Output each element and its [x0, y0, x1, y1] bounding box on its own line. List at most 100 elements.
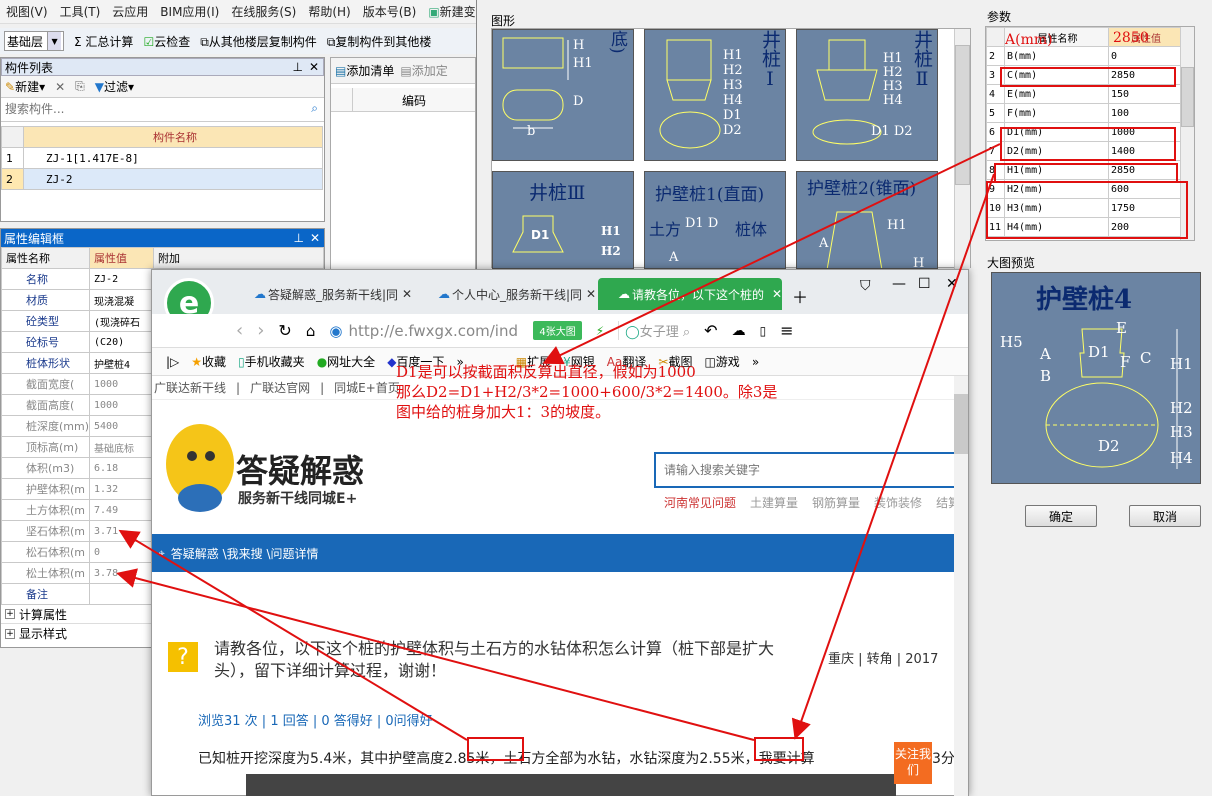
component-search-input[interactable] — [1, 98, 291, 120]
thumb-long-pile[interactable]: 长圆柱桩(球冠底) H H1 D b — [492, 29, 634, 161]
preview-dim-label: H3 — [1170, 423, 1193, 441]
thumb-well-pile-2[interactable]: 井桩Ⅱ H1 H2 H3 H4 D1 D2 — [796, 29, 938, 161]
scroll-thumb[interactable] — [955, 45, 970, 185]
copy-from-floor-button[interactable]: ⧉从其他楼层复制构件 — [200, 33, 317, 50]
maximize-icon[interactable]: ☐ — [918, 276, 931, 292]
topnav-link[interactable]: 同城E+首页 — [334, 379, 400, 396]
menu-cloud[interactable]: 云应用 — [112, 3, 148, 20]
gallery-scrollbar[interactable] — [954, 29, 970, 269]
url-field[interactable]: ◉ http://e.fwxgx.com/ind — [329, 319, 519, 343]
back-icon[interactable]: ‹ — [236, 320, 243, 341]
minimize-icon[interactable]: — — [892, 276, 906, 292]
table-row[interactable]: 2 ZJ-2 — [1, 168, 323, 190]
search-engine-icon: ◯ — [625, 325, 640, 340]
new-tab-icon[interactable]: ＋ — [792, 284, 808, 308]
hot-link[interactable]: 河南常见问题 — [664, 494, 736, 511]
highlight-box — [994, 163, 1178, 183]
new-button[interactable]: ✎新建▾ — [5, 78, 45, 95]
tab-answers[interactable]: ☁ 答疑解惑_服务新干线|同 ✕ — [234, 278, 412, 310]
param-row[interactable]: 5 F(mm) 100 — [986, 103, 1182, 123]
close-icon[interactable]: ✕ — [586, 287, 596, 301]
menu-version[interactable]: 版本号(B) — [363, 3, 417, 20]
param-row[interactable]: 4 E(mm) 150 — [986, 84, 1182, 104]
expand-icon[interactable]: + — [5, 628, 15, 639]
add-list-button[interactable]: ▤添加清单 — [335, 62, 394, 79]
table-row[interactable]: 1 ZJ-1[1.417E-8] — [1, 147, 323, 169]
bookmark-sites[interactable]: ●网址大全 — [317, 353, 376, 370]
delete-icon[interactable]: ✕ — [55, 80, 65, 94]
close-icon[interactable]: ✕ — [309, 60, 319, 74]
pin-icon[interactable]: ⊥ — [293, 231, 303, 245]
home-icon[interactable]: ⌂ — [306, 322, 316, 340]
thumb-retaining-pile-2[interactable]: 护壁桩2(锥面) H1 A H — [796, 171, 938, 269]
page-scrollbar[interactable] — [954, 376, 968, 796]
location-icon: ⌖ — [158, 545, 165, 560]
sum-calc-button[interactable]: Σ 汇总计算 — [74, 33, 133, 50]
thumb-well-pile-3[interactable]: 井桩Ⅲ D1 H1 H2 — [492, 171, 634, 269]
question-title: 请教各位，以下这个桩的护壁体积与土石方的水钻体积怎么计算（桩下部是扩大头），留下… — [214, 639, 775, 680]
follow-us-button[interactable]: 关注我们 — [894, 742, 932, 784]
site-search-input[interactable] — [664, 463, 944, 477]
topnav-link[interactable]: 广联达新干线 — [154, 379, 226, 396]
question-mark-icon: ? — [168, 642, 198, 672]
copy-icon[interactable]: ⎘ — [75, 79, 85, 94]
highlight-box — [1000, 127, 1176, 161]
filter-button[interactable]: ▼过滤▾ — [95, 78, 134, 95]
filter-icon: ▼ — [94, 80, 105, 94]
param-row[interactable]: 2 B(mm) 0 — [986, 46, 1182, 66]
add-icon: ▤ — [400, 64, 412, 78]
ok-button[interactable]: 确定 — [1025, 505, 1097, 527]
hot-link[interactable]: 钢筋算量 — [812, 494, 860, 511]
menu-bim[interactable]: BIM应用(I) — [160, 3, 219, 20]
new-icon: ✎ — [5, 80, 16, 94]
menu-help[interactable]: 帮助(H) — [308, 3, 350, 20]
bookmark-favorites[interactable]: ★收藏 — [191, 353, 226, 370]
preview-dim-label: H5 — [1000, 333, 1023, 351]
preview-dim-label: A — [1040, 345, 1051, 363]
web-content: 广联达新干线| 广联达官网| 同城E+首页 答疑解惑 服务新干线同城E+ 河南常… — [152, 376, 968, 796]
document-icon: ▣ — [428, 5, 440, 19]
topnav-link[interactable]: 广联达官网 — [250, 379, 310, 396]
forward-icon[interactable]: › — [257, 320, 264, 341]
search-box[interactable]: ◯女子理 ⌕ — [618, 321, 690, 340]
hot-link[interactable]: 装饰装修 — [874, 494, 922, 511]
highlight-box — [754, 737, 804, 761]
menu-new-change[interactable]: ▣新建变 — [428, 3, 475, 20]
tab-question-active[interactable]: ☁ 请教各位，以下这个桩的 ✕ — [598, 278, 782, 310]
hot-link[interactable]: 土建算量 — [750, 494, 798, 511]
pin-icon[interactable]: ⊥ — [292, 60, 302, 74]
close-window-icon[interactable]: ✕ — [946, 276, 958, 292]
close-icon[interactable]: ✕ — [772, 287, 782, 301]
thumb-well-pile-1[interactable]: 井桩Ⅰ H1 H2 H3 H4 D1 D2 — [644, 29, 786, 161]
bookmark-mobile[interactable]: ▯手机收藏夹 — [238, 353, 305, 370]
undo-icon[interactable]: ↶ — [704, 321, 717, 340]
menu-tools[interactable]: 工具(T) — [60, 3, 101, 20]
menu-icon[interactable]: ≡ — [780, 321, 793, 340]
search-icon[interactable]: ⌕ — [311, 101, 318, 116]
big-image-badge[interactable]: 4张大图 — [533, 321, 582, 340]
cancel-button[interactable]: 取消 — [1129, 505, 1201, 527]
close-icon[interactable]: ✕ — [402, 287, 412, 301]
star-icon: ★ — [191, 355, 203, 369]
shirt-icon[interactable]: ⛉ — [860, 278, 871, 294]
menu-online[interactable]: 在线服务(S) — [231, 3, 296, 20]
cloud-check-button[interactable]: ☑云检查 — [143, 33, 190, 50]
speed-icon[interactable]: ⚡ — [596, 324, 604, 338]
copy-icon: ⧉ — [200, 34, 209, 49]
thumb-retaining-pile-1[interactable]: 护壁桩1(直面) 土方 桩体 A D1 D — [644, 171, 786, 269]
tab-profile[interactable]: ☁ 个人中心_服务新干线|同 ✕ — [418, 278, 596, 310]
copy-to-floor-button[interactable]: ⧉复制构件到其他楼 — [327, 33, 432, 50]
menu-bar: 视图(V) 工具(T) 云应用 BIM应用(I) 在线服务(S) 帮助(H) 版… — [0, 0, 480, 24]
close-icon[interactable]: ✕ — [310, 231, 320, 245]
cloud-icon[interactable]: ☁ — [732, 323, 746, 339]
preview-dim-label: F — [1120, 353, 1131, 371]
sidebar-toggle-icon[interactable]: |▷ — [166, 355, 179, 369]
expand-icon[interactable]: + — [5, 609, 15, 619]
phone-icon[interactable]: ▯ — [760, 324, 767, 338]
add-quota-button[interactable]: ▤添加定 — [400, 62, 447, 79]
menu-view[interactable]: 视图(V) — [6, 3, 48, 20]
reload-icon[interactable]: ↻ — [278, 321, 291, 340]
floor-select[interactable]: 基础层 ▼ — [4, 31, 65, 51]
component-list-toolbar: ✎新建▾ ✕ ⎘ ▼过滤▾ — [1, 76, 324, 98]
breadcrumb: ⌖ 答疑解惑 \我来搜 \问题详情 — [152, 534, 954, 572]
